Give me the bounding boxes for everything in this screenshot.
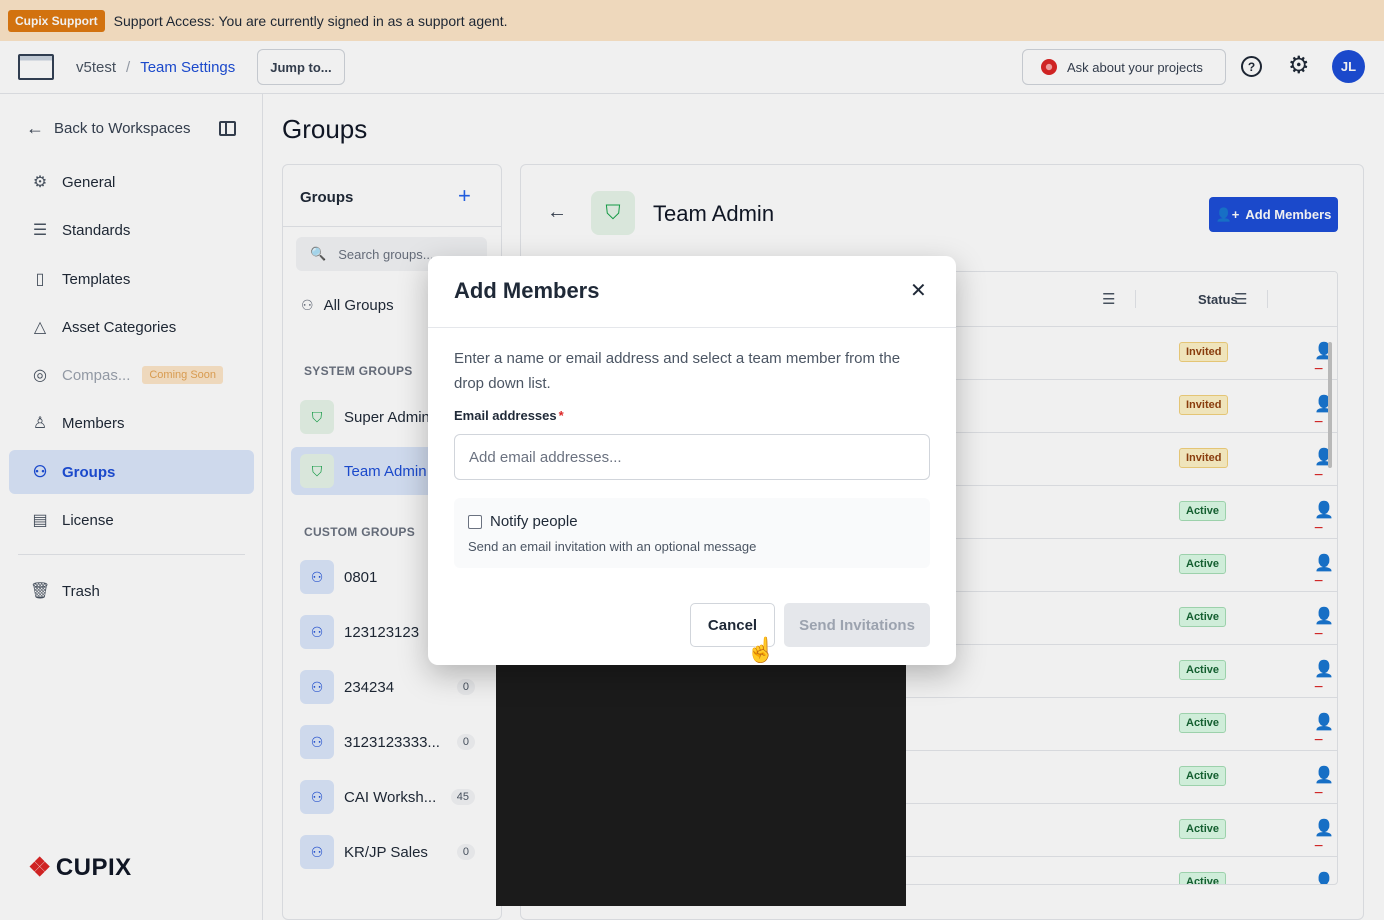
dialog-description: Enter a name or email address and select… xyxy=(454,350,901,392)
dark-media-panel xyxy=(496,660,906,906)
dialog-title: Add Members xyxy=(454,278,600,303)
email-addresses-input[interactable] xyxy=(454,434,930,480)
notify-description: Send an email invitation with an optiona… xyxy=(468,539,757,554)
notify-section: Notify people Send an email invitation w… xyxy=(454,498,930,568)
email-label-text: Email addresses xyxy=(454,408,557,423)
dialog-divider xyxy=(428,327,956,328)
add-members-dialog: Add Members ✕ Enter a name or email addr… xyxy=(428,256,956,665)
notify-label[interactable]: Notify people xyxy=(490,513,578,530)
send-invitations-button[interactable]: Send Invitations xyxy=(784,603,930,647)
close-icon[interactable]: ✕ xyxy=(910,281,927,301)
hand-cursor-icon: ☝ xyxy=(746,637,776,664)
email-label: Email addresses * xyxy=(454,408,564,423)
required-mark: * xyxy=(558,408,564,423)
notify-checkbox[interactable] xyxy=(468,515,482,529)
